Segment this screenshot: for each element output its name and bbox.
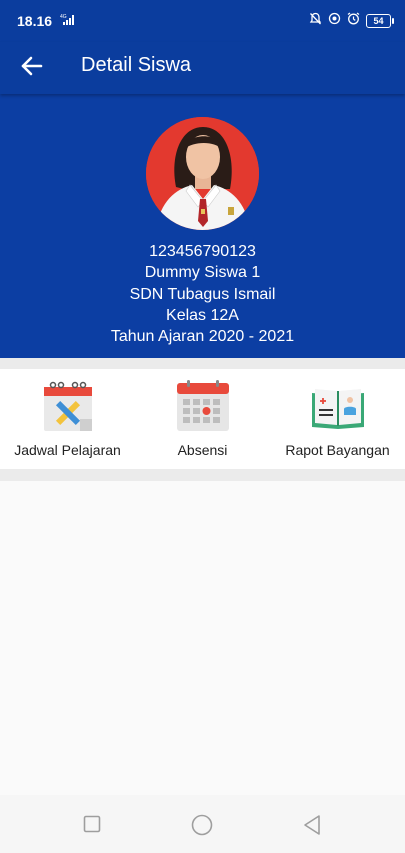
recent-apps-button[interactable]	[83, 815, 101, 838]
back-nav-button[interactable]	[302, 814, 322, 841]
menu-item-jadwal-pelajaran[interactable]: Jadwal Pelajaran	[0, 369, 135, 469]
menu-label-rapot-bayangan: Rapot Bayangan	[285, 442, 390, 458]
divider-bottom	[0, 469, 405, 481]
academic-year: Tahun Ajaran 2020 - 2021	[110, 328, 295, 345]
back-button[interactable]	[18, 52, 46, 80]
menu-label-absensi: Absensi	[177, 442, 228, 458]
student-profile: 123456790123 Dummy Siswa 1 SDN Tubagus I…	[0, 94, 405, 358]
triangle-back-icon	[304, 815, 320, 835]
attendance-calendar-icon	[175, 379, 231, 440]
status-bar: 18.16 4G 54	[0, 0, 405, 42]
battery-icon: 54	[366, 14, 394, 28]
page-title: Detail Siswa	[81, 54, 192, 76]
home-button[interactable]	[191, 814, 213, 841]
schedule-calendar-icon	[40, 379, 96, 440]
menu-grid: Jadwal Pelajaran Absensi Rapot Bayangan	[0, 369, 405, 469]
report-book-icon	[308, 379, 368, 440]
system-nav-bar	[0, 795, 405, 853]
student-school: SDN Tubagus Ismail	[129, 286, 276, 303]
circle-icon	[191, 814, 213, 836]
menu-label-jadwal-pelajaran: Jadwal Pelajaran	[14, 442, 121, 458]
app-bar: Detail Siswa	[0, 42, 405, 94]
status-time: 18.16	[17, 13, 53, 29]
status-icons: 54	[309, 12, 394, 30]
divider-top	[0, 358, 405, 369]
signal-icon: 4G	[60, 13, 76, 31]
arrow-left-icon	[21, 56, 43, 76]
network-type: 4G	[60, 14, 67, 20]
alarm-icon	[347, 12, 360, 30]
menu-item-rapot-bayangan[interactable]: Rapot Bayangan	[270, 369, 405, 469]
student-name: Dummy Siswa 1	[144, 264, 261, 281]
bell-muted-icon	[309, 12, 322, 30]
square-icon	[83, 815, 101, 833]
student-nisn: 123456790123	[149, 243, 256, 260]
student-photo	[146, 117, 259, 230]
data-saver-icon	[328, 12, 341, 30]
menu-item-absensi[interactable]: Absensi	[135, 369, 270, 469]
student-avatar	[146, 117, 259, 230]
student-class: Kelas 12A	[166, 307, 239, 324]
